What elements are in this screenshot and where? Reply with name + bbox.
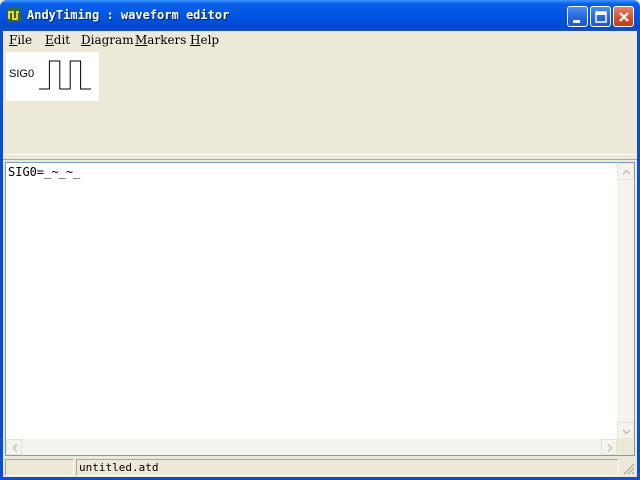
- signal-waveform: [39, 60, 91, 90]
- status-pane-left: [5, 459, 74, 476]
- scroll-down-button[interactable]: [617, 422, 634, 439]
- arrow-left-icon: [12, 443, 18, 453]
- menu-diagram[interactable]: Diagram: [81, 33, 134, 47]
- close-button[interactable]: [613, 6, 634, 27]
- title-bar[interactable]: AndyTiming : waveform editor: [0, 0, 640, 31]
- status-bar: untitled.atd: [3, 457, 637, 477]
- andytiming-app-icon[interactable]: [6, 7, 22, 23]
- minimize-icon: [573, 20, 580, 23]
- status-filename: untitled.atd: [76, 459, 619, 476]
- pane-splitter[interactable]: [3, 154, 637, 160]
- waveform-trace: [39, 60, 91, 90]
- menu-help[interactable]: Help: [190, 33, 219, 47]
- arrow-right-icon: [607, 443, 613, 453]
- signal-label: SIG0: [9, 68, 35, 80]
- scroll-up-button[interactable]: [617, 163, 634, 180]
- window-title: AndyTiming : waveform editor: [27, 8, 230, 22]
- menu-markers[interactable]: Markers: [135, 33, 186, 47]
- menu-edit[interactable]: Edit: [45, 33, 70, 47]
- waveform-text-editor[interactable]: SIG0=_~_~_: [5, 162, 635, 456]
- horizontal-scrollbar[interactable]: [6, 439, 617, 455]
- scroll-left-button[interactable]: [6, 439, 22, 455]
- resize-grip-icon[interactable]: [623, 463, 635, 475]
- timing-diagram[interactable]: SIG0: [6, 52, 99, 101]
- editor-content[interactable]: SIG0=_~_~_: [8, 165, 80, 179]
- scroll-right-button[interactable]: [601, 439, 617, 455]
- maximize-button[interactable]: [590, 6, 611, 27]
- arrow-up-icon: [622, 169, 631, 175]
- maximize-icon: [595, 11, 607, 23]
- scrollbar-corner: [617, 439, 634, 455]
- minimize-button[interactable]: [567, 6, 588, 27]
- diagram-pane: SIG0: [3, 50, 637, 154]
- arrow-down-icon: [622, 429, 631, 435]
- close-icon: [619, 12, 629, 22]
- vertical-scrollbar[interactable]: [617, 163, 634, 439]
- menu-bar: File Edit Diagram Markers Help: [3, 31, 637, 50]
- menu-file[interactable]: File: [9, 33, 32, 47]
